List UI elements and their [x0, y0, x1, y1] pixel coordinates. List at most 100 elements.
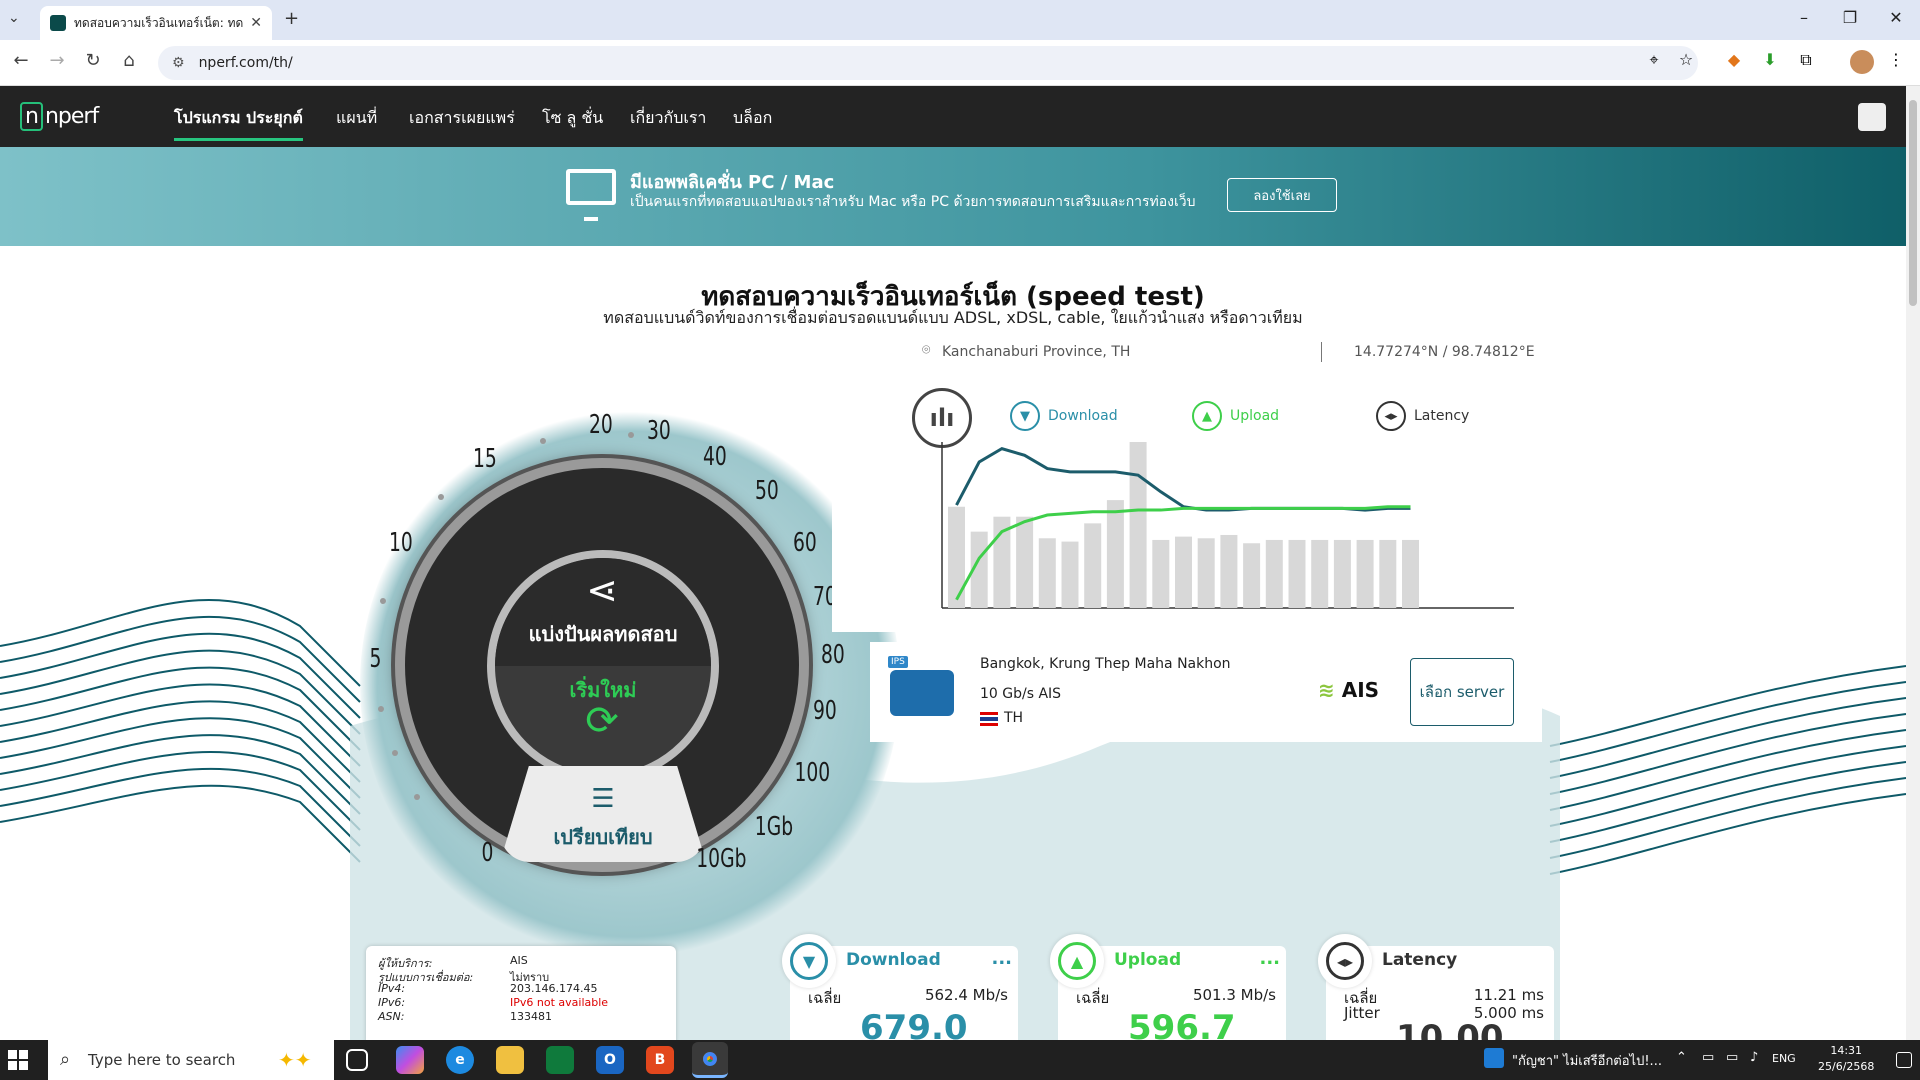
restart-icon[interactable]: ⟳ [580, 698, 624, 744]
close-tab-icon[interactable]: ✕ [250, 15, 262, 31]
volume-icon[interactable]: ♪ [1750, 1050, 1758, 1065]
gauge-tick: 10Gb [696, 844, 747, 874]
clock-time: 14:31 [1830, 1044, 1863, 1057]
speed-chart [941, 442, 1514, 609]
windows-start-icon[interactable] [8, 1050, 28, 1070]
gauge-tick: 30 [646, 416, 671, 446]
outlook-icon[interactable]: O [596, 1046, 624, 1074]
site-info-icon[interactable]: ⚙ [172, 55, 185, 71]
brave-icon[interactable]: B [646, 1046, 674, 1074]
chart-bar [1129, 442, 1147, 608]
meet-icon[interactable]: ▭ [1702, 1050, 1714, 1065]
nav-item-map[interactable]: แผนที่ [336, 106, 377, 131]
nav-item-blog[interactable]: บล็อก [733, 106, 772, 131]
select-server-button[interactable]: เลือก server [1410, 658, 1514, 726]
upload-result-title: Upload [1114, 950, 1182, 970]
language-indicator[interactable]: ENG [1772, 1052, 1796, 1065]
info-row: รูปแบบการเชื่อมต่อ: ไม่ทราบ [378, 971, 550, 984]
nav-item-publications[interactable]: เอกสารเผยแพร่ [409, 106, 515, 131]
latency-big-value: 10.00 [1396, 1018, 1504, 1040]
download-extension-icon[interactable]: ⬇ [1758, 50, 1782, 74]
close-window-icon[interactable]: ✕ [1876, 8, 1916, 27]
chart-bar [1106, 500, 1124, 608]
taskbar-search[interactable]: ⌕ Type here to search ✦✦ [48, 1040, 334, 1080]
chart-bar [1152, 539, 1170, 608]
gauge-tick: 10 [388, 528, 413, 558]
map-pin-icon: ⌾ [922, 342, 931, 358]
chart-bar [1084, 523, 1102, 608]
url-text: nperf.com/th/ [198, 55, 293, 71]
gauge-tick: 60 [792, 528, 817, 558]
file-explorer-icon[interactable] [496, 1046, 524, 1074]
tab-search-icon[interactable]: ⌄ [8, 10, 20, 26]
chart-bar [1038, 538, 1056, 608]
chart-bar [1016, 516, 1034, 608]
back-icon[interactable]: ← [8, 50, 34, 71]
compare-button[interactable]: เปรียบเทียบ [500, 821, 706, 853]
edge-icon[interactable]: e [446, 1046, 474, 1074]
store-icon[interactable] [546, 1046, 574, 1074]
browser-tab[interactable]: ทดสอบความเร็วอินเทอร์เน็ต: ทดสอบ ✕ [40, 6, 272, 40]
clock-date: 25/6/2568 [1818, 1060, 1875, 1073]
share-results-button[interactable]: แบ่งปันผลทดสอบ [488, 618, 718, 650]
clock[interactable]: 14:31 25/6/2568 [1818, 1043, 1874, 1075]
promo-banner: มีแอพพลิเคชั่น PC / Mac เป็นคนแรกที่ทดสอ… [0, 147, 1906, 246]
share-icon[interactable]: ⋖ [580, 568, 624, 612]
location-divider [1321, 342, 1322, 362]
server-icon [888, 656, 954, 716]
reload-icon[interactable]: ↻ [80, 50, 106, 71]
forward-icon[interactable]: → [44, 50, 70, 71]
menu-icon[interactable]: ⋮ [1884, 50, 1908, 74]
chart-bar [1311, 539, 1329, 608]
banner-subtitle: เป็นคนแรกที่ทดสอบแอปของเราสำหรับ Mac หรื… [630, 194, 1196, 210]
scrollbar-thumb[interactable] [1909, 100, 1917, 306]
page-scrollbar[interactable] [1906, 86, 1920, 1040]
bookmark-star-icon[interactable]: ☆ [1674, 50, 1698, 74]
new-tab-button[interactable]: + [284, 8, 299, 29]
extensions-icon[interactable]: ⧉ [1794, 50, 1818, 74]
address-bar[interactable]: ⚙ nperf.com/th/ [158, 46, 1698, 80]
browser-toolbar: ← → ↻ ⌂ ⚙ nperf.com/th/ ⌖ ☆ ◆ ⬇ ⧉ ⋮ [0, 40, 1920, 86]
minimize-icon[interactable]: – [1784, 8, 1824, 27]
gauge-dot [378, 706, 384, 712]
location-text: Kanchanaburi Province, TH [942, 344, 1131, 360]
tray-chevron-icon[interactable]: ⌃ [1676, 1050, 1687, 1065]
news-widget-icon[interactable] [1484, 1048, 1504, 1068]
chart-bar [1379, 539, 1397, 608]
upload-result-card[interactable]: ▲ Upload ... เฉลี่ย 501.3 Mb/s 596.7 [1050, 934, 1286, 1040]
gauge-tick: 80 [820, 640, 845, 670]
copilot-icon[interactable] [396, 1046, 424, 1074]
gauge-dot [414, 794, 420, 800]
news-headline[interactable]: "กัญชา" ไม่เสรีอีกต่อไป!... [1512, 1050, 1662, 1071]
nav-item-solutions[interactable]: โซ ลู ชั่น [542, 106, 603, 131]
download-more-button[interactable]: ... [991, 948, 1012, 969]
restore-icon[interactable]: ❐ [1830, 8, 1870, 27]
home-icon[interactable]: ⌂ [116, 50, 142, 71]
latency-result-card[interactable]: ◂▸ Latency เฉลี่ย 11.21 ms Jitter 5.000 ms… [1318, 934, 1554, 1040]
battery-icon[interactable]: ▭ [1726, 1050, 1738, 1065]
chart-bar [1220, 534, 1238, 608]
windows-taskbar: ⌕ Type here to search ✦✦ e O B "กัญชา" ไ… [0, 1040, 1920, 1080]
chrome-taskbar-icon[interactable] [692, 1042, 728, 1078]
upload-avg-row: เฉลี่ย 501.3 Mb/s [1076, 986, 1276, 1007]
user-account-icon[interactable] [1858, 103, 1886, 131]
download-big-value: 679.0 [860, 1008, 968, 1040]
task-view-icon[interactable] [346, 1049, 368, 1071]
nav-item-apps[interactable]: โปรแกรม ประยุกต์ [174, 106, 303, 141]
notifications-icon[interactable] [1896, 1052, 1912, 1068]
gauge-tick: 5 [369, 644, 382, 674]
metamask-extension-icon[interactable]: ◆ [1722, 50, 1746, 74]
site-navbar: n nperf โปรแกรม ประยุกต์ แผนที่ เอกสารเผย… [0, 86, 1906, 147]
nperf-logo[interactable]: n nperf [20, 102, 99, 131]
nav-item-about[interactable]: เกี่ยวกับเรา [630, 106, 706, 131]
chart-bar [1356, 539, 1374, 608]
server-spec: 10 Gb/s AIS [980, 686, 1062, 702]
chart-bar [1288, 539, 1306, 608]
try-now-button[interactable]: ลองใช้เลย [1227, 178, 1337, 212]
main-content: ทดสอบความเร็วอินเทอร์เน็ต (speed test) ท… [0, 246, 1906, 1040]
upload-more-button[interactable]: ... [1259, 948, 1280, 969]
download-result-card[interactable]: ▼ Download ... เฉลี่ย 562.4 Mb/s 679.0 [782, 934, 1018, 1040]
location-icon[interactable]: ⌖ [1642, 50, 1666, 74]
compare-search-icon[interactable]: ☰ [578, 784, 628, 814]
profile-avatar[interactable] [1850, 50, 1874, 74]
